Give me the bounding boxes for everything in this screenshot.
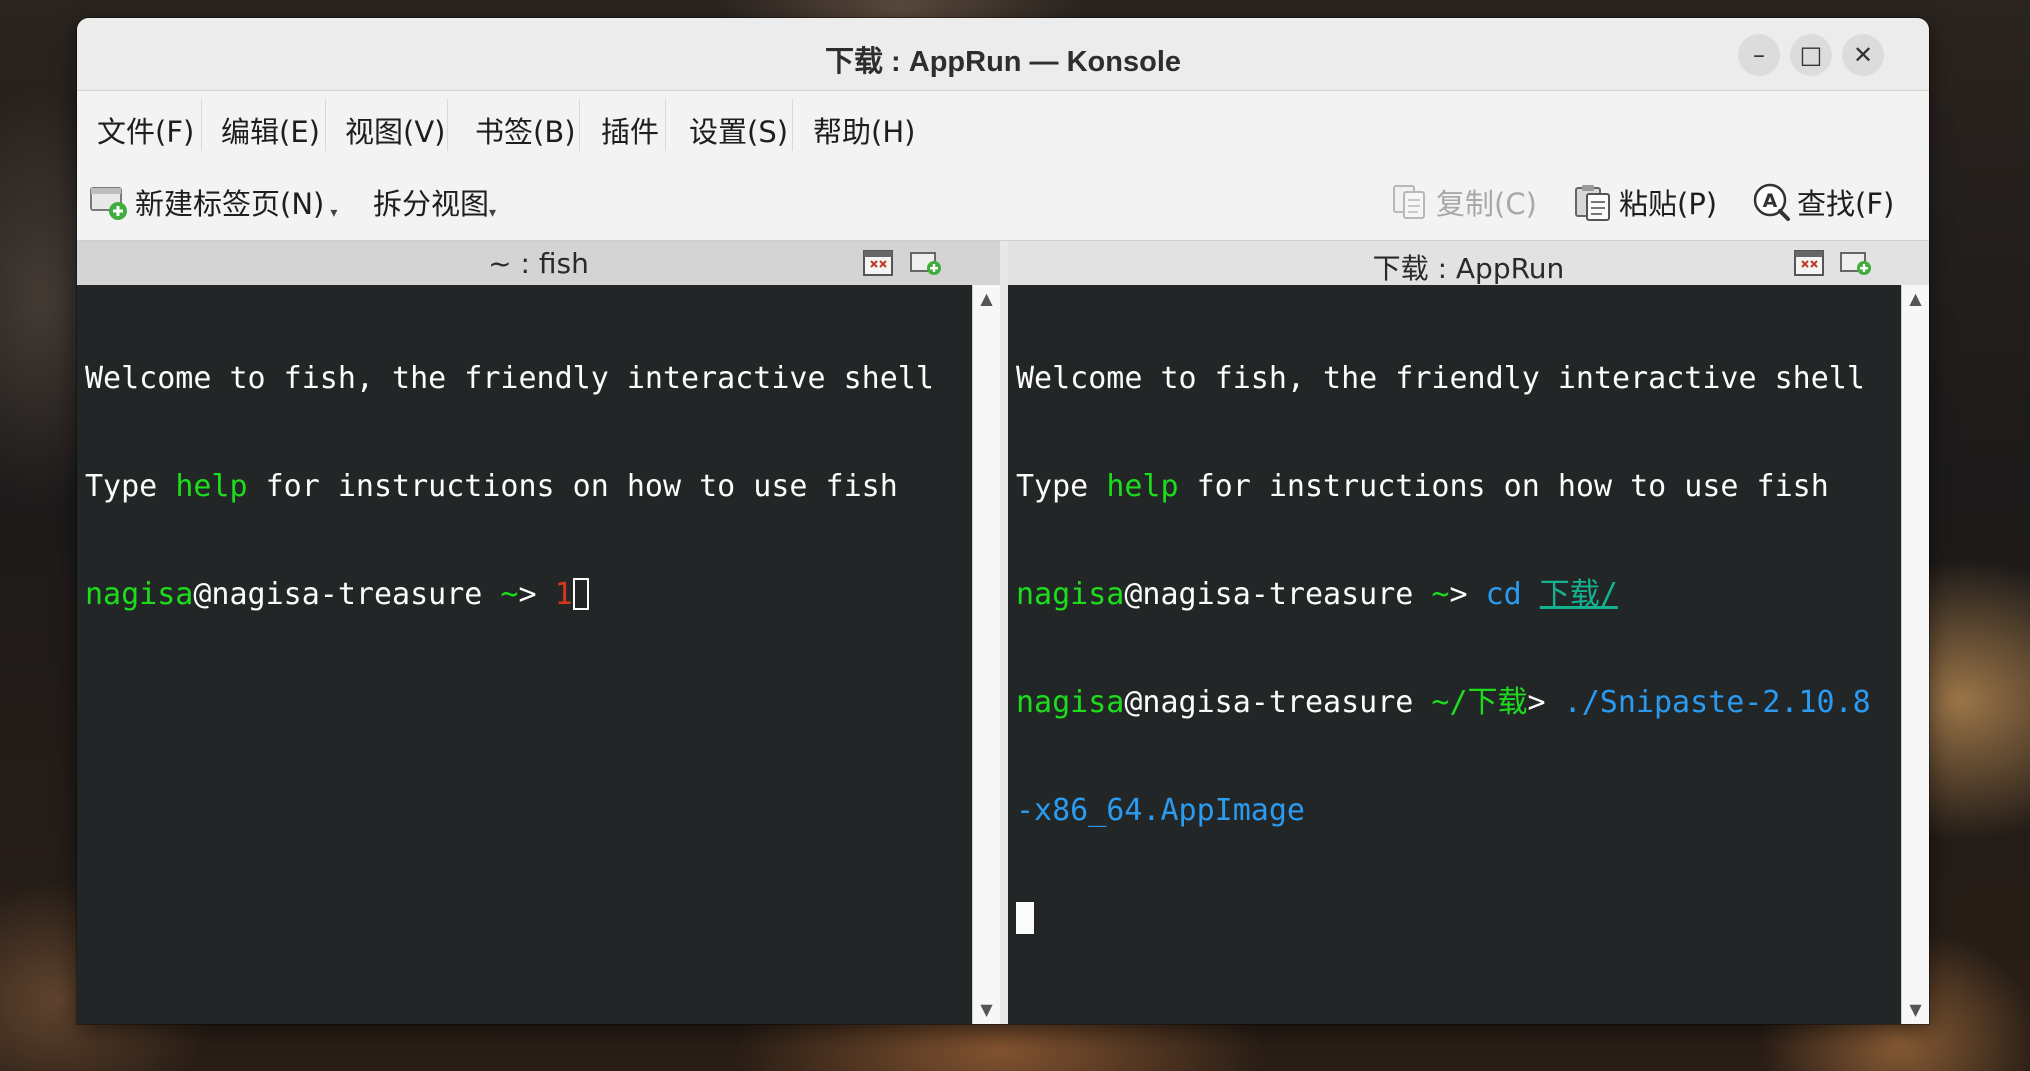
terminal-line: Type help for instructions on how to use… xyxy=(1016,469,1902,505)
terminal-line: Welcome to fish, the friendly interactiv… xyxy=(1016,361,1902,397)
menu-settings[interactable]: 设置(S) xyxy=(689,109,788,151)
scroll-down-icon[interactable]: ▼ xyxy=(1902,998,1929,1022)
maximize-button[interactable]: □ xyxy=(1790,34,1832,76)
prompt-user: nagisa xyxy=(1016,685,1125,720)
prompt-line: nagisa@nagisa-treasure ~/下载> ./Snipaste-… xyxy=(1016,685,1902,721)
toolbar: 新建标签页(N) ▾ 拆分视图 ▾ 复制(C) 粘贴(P) A 查找(F) xyxy=(77,164,1929,241)
welcome-text: Welcome to fish, the friendly interactiv… xyxy=(85,361,934,396)
prompt-user: nagisa xyxy=(85,577,194,612)
terminal-output[interactable]: Welcome to fish, the friendly interactiv… xyxy=(1008,285,1902,1024)
terminal-text: for instructions on how to use fish xyxy=(247,469,898,504)
terminal-line: -x86_64.AppImage xyxy=(1016,793,1902,829)
typed-input: 1 xyxy=(554,577,573,612)
pane-title: ~ : fish xyxy=(488,247,589,280)
new-tab-label: 新建标签页(N) xyxy=(135,187,325,221)
prompt-arrow: > xyxy=(1527,685,1564,720)
terminal-output[interactable]: Welcome to fish, the friendly interactiv… xyxy=(77,285,973,1024)
menu-bar: 文件(F) 编辑(E) 视图(V) 书签(B) 插件 设置(S) 帮助(H) xyxy=(77,91,1929,163)
menu-separator xyxy=(792,99,793,151)
terminal-line: Type help for instructions on how to use… xyxy=(85,469,973,505)
menu-separator xyxy=(325,99,326,151)
menu-edit[interactable]: 编辑(E) xyxy=(221,109,320,151)
pane-splitter[interactable] xyxy=(1000,241,1008,1024)
terminal-text: for instructions on how to use fish xyxy=(1178,469,1829,504)
terminal-text: Type xyxy=(1016,469,1107,504)
title-bar[interactable]: 下载 : AppRun — Konsole – □ ✕ xyxy=(77,18,1929,91)
paste-icon xyxy=(1573,182,1613,222)
find-button[interactable]: A 查找(F) xyxy=(1751,178,1894,226)
paste-label: 粘贴(P) xyxy=(1619,187,1718,221)
terminal-text: Type xyxy=(85,469,176,504)
prompt-user: nagisa xyxy=(1016,577,1125,612)
prompt-host: @nagisa-treasure xyxy=(1124,577,1414,612)
minimize-button[interactable]: – xyxy=(1738,34,1780,76)
text-cursor xyxy=(572,578,589,610)
close-pane-icon[interactable] xyxy=(1794,250,1824,276)
pane-title: 下载 : AppRun xyxy=(1372,252,1565,285)
find-label: 查找(F) xyxy=(1797,187,1895,221)
pane-header: 下载 : AppRun xyxy=(1008,241,1929,285)
menu-plugins[interactable]: 插件 xyxy=(601,109,659,151)
command-text: -x86_64.AppImage xyxy=(1016,793,1305,828)
add-pane-icon[interactable] xyxy=(910,250,941,276)
prompt-arrow: > xyxy=(518,577,555,612)
prompt-path: ~ xyxy=(1413,577,1450,612)
split-view-label: 拆分视图 xyxy=(373,187,490,221)
scroll-up-icon[interactable]: ▲ xyxy=(1902,287,1929,311)
paste-button[interactable]: 粘贴(P) xyxy=(1573,178,1717,226)
prompt-line: nagisa@nagisa-treasure ~> cd 下载/ xyxy=(1016,577,1902,613)
command-text: cd xyxy=(1485,577,1522,612)
split-view-button[interactable]: 拆分视图 ▾ xyxy=(373,178,496,226)
new-tab-button[interactable]: 新建标签页(N) ▾ xyxy=(89,178,337,226)
window-title: 下载 : AppRun — Konsole xyxy=(824,46,1182,78)
terminal-line xyxy=(1016,901,1902,937)
find-icon: A xyxy=(1751,182,1791,222)
scrollbar[interactable]: ▲ ▼ xyxy=(972,285,1000,1024)
help-keyword: help xyxy=(175,469,248,504)
menu-bookmarks[interactable]: 书签(B) xyxy=(475,109,576,151)
terminal-pane-right[interactable]: 下载 : AppRun Welcome to fish, the friendl… xyxy=(1008,241,1929,1024)
svg-text:A: A xyxy=(1763,190,1778,212)
scrollbar[interactable]: ▲ ▼ xyxy=(1901,285,1929,1024)
menu-view[interactable]: 视图(V) xyxy=(345,109,445,151)
terminal-line: Welcome to fish, the friendly interactiv… xyxy=(85,361,973,397)
menu-separator xyxy=(447,99,448,151)
welcome-text: Welcome to fish, the friendly interactiv… xyxy=(1016,361,1865,396)
menu-separator xyxy=(201,99,202,151)
new-tab-icon xyxy=(89,182,129,222)
command-text: ./Snipaste-2.10.8 xyxy=(1563,685,1871,720)
command-argument: 下载/ xyxy=(1539,577,1618,612)
prompt-line: nagisa@nagisa-treasure ~> 1 xyxy=(85,577,973,613)
close-button[interactable]: ✕ xyxy=(1842,34,1884,76)
add-pane-icon[interactable] xyxy=(1840,250,1871,276)
chevron-down-icon[interactable]: ▾ xyxy=(489,205,496,221)
scroll-up-icon[interactable]: ▲ xyxy=(973,287,1000,311)
terminal-pane-left[interactable]: ~ : fish Welcome to fish, the friendly i… xyxy=(77,241,1000,1024)
menu-help[interactable]: 帮助(H) xyxy=(813,109,915,151)
prompt-path: ~ xyxy=(482,577,519,612)
menu-file[interactable]: 文件(F) xyxy=(97,109,194,151)
menu-separator xyxy=(579,99,580,151)
help-keyword: help xyxy=(1106,469,1179,504)
pane-header: ~ : fish xyxy=(77,241,1000,285)
prompt-host: @nagisa-treasure xyxy=(1124,685,1414,720)
close-pane-icon[interactable] xyxy=(863,250,893,276)
konsole-window: 下载 : AppRun — Konsole – □ ✕ 文件(F) 编辑(E) … xyxy=(77,18,1929,1024)
prompt-host: @nagisa-treasure xyxy=(193,577,483,612)
chevron-down-icon[interactable]: ▾ xyxy=(330,205,337,221)
copy-button[interactable]: 复制(C) xyxy=(1390,178,1537,226)
prompt-arrow: > xyxy=(1449,577,1486,612)
copy-label: 复制(C) xyxy=(1436,187,1537,221)
menu-separator xyxy=(665,99,666,151)
text-cursor xyxy=(1016,902,1034,934)
copy-icon xyxy=(1390,182,1430,222)
scroll-down-icon[interactable]: ▼ xyxy=(973,998,1000,1022)
prompt-path: ~/下载 xyxy=(1413,685,1528,720)
